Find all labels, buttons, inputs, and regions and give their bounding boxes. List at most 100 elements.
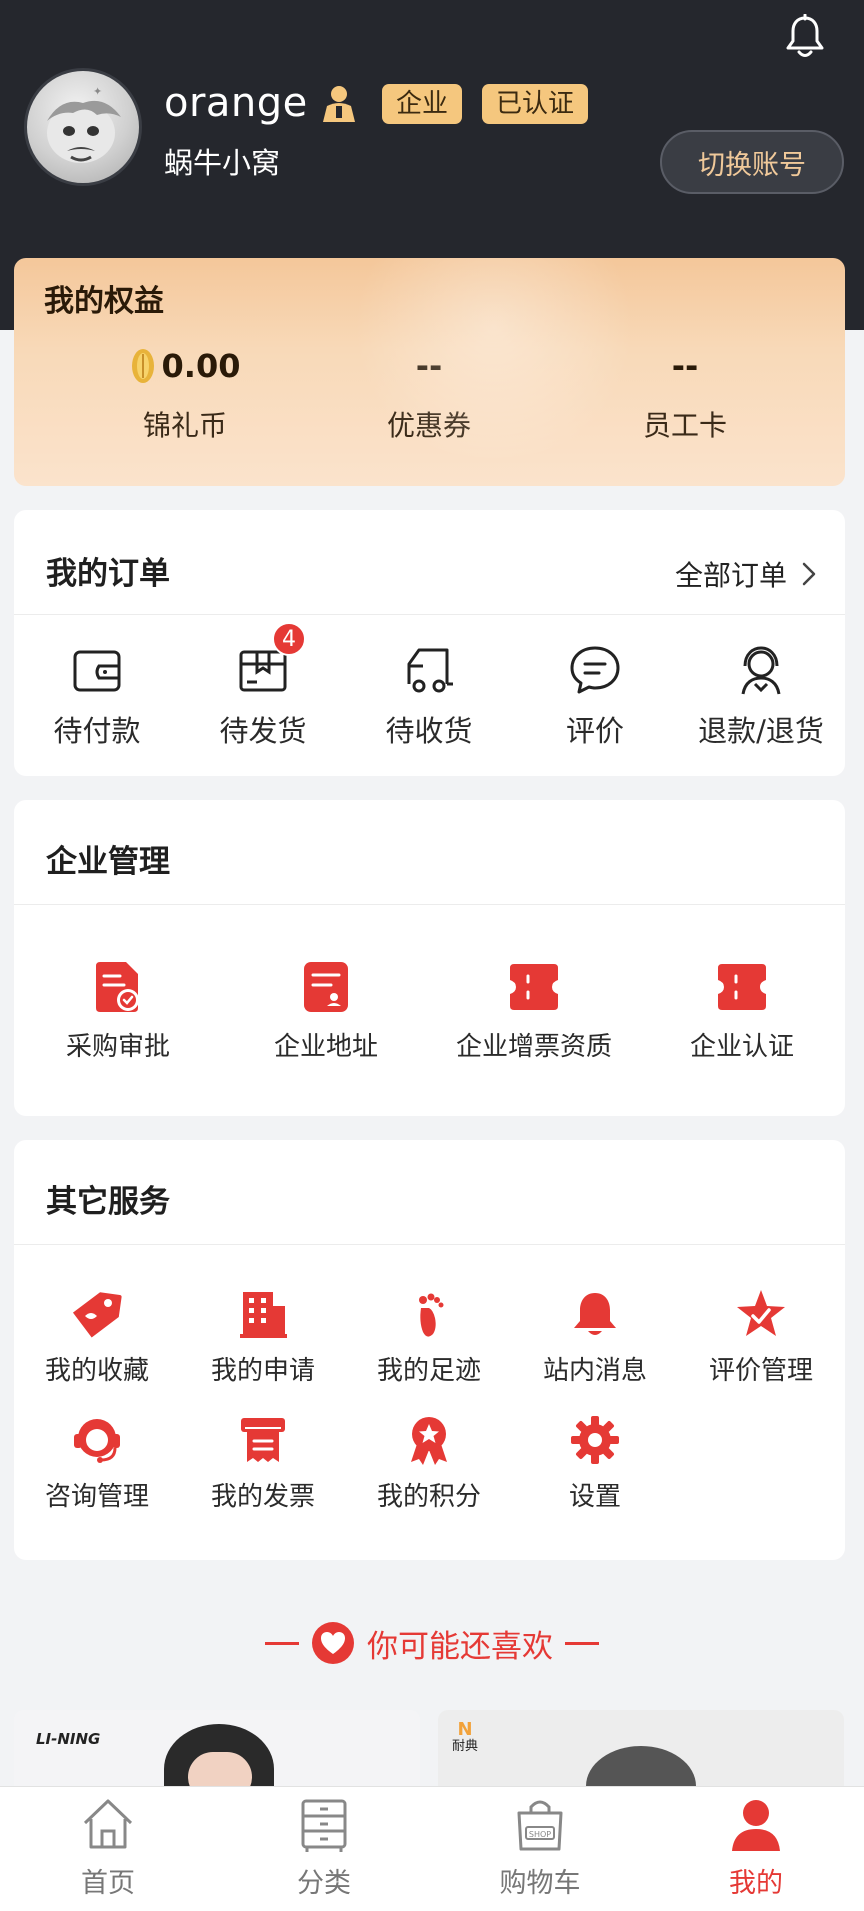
- tab-cart[interactable]: SHOP 购物车: [432, 1795, 648, 1900]
- rights-item-coins[interactable]: 0.00 锦礼币: [60, 344, 310, 444]
- messages-label: 站内消息: [542, 1356, 647, 1386]
- rights-item-coupons[interactable]: -- 优惠券: [304, 344, 554, 444]
- tab-category[interactable]: 分类: [216, 1795, 432, 1900]
- bottom-tab-bar: 首页 分类 SHOP 购物车 我的: [0, 1786, 864, 1911]
- staff-card-value: --: [671, 347, 699, 385]
- tab-home-label: 首页: [81, 1868, 135, 1899]
- all-orders-link[interactable]: 全部订单: [675, 554, 817, 594]
- enterprise-divider: [14, 904, 845, 905]
- comment-icon: [570, 646, 620, 694]
- favorites-label: 我的收藏: [44, 1356, 149, 1386]
- company-name: 蜗牛小窝: [164, 146, 281, 180]
- service-invoices[interactable]: 我的发票: [180, 1414, 346, 1513]
- service-footprints[interactable]: 我的足迹: [346, 1288, 512, 1387]
- services-divider: [14, 1244, 845, 1245]
- avatar[interactable]: ✦: [24, 68, 142, 186]
- home-icon: [83, 1799, 133, 1849]
- svg-text:✦: ✦: [93, 85, 102, 98]
- recommend-line-left: [265, 1641, 299, 1645]
- tab-home[interactable]: 首页: [0, 1795, 216, 1900]
- tab-cart-label: 购物车: [499, 1868, 581, 1899]
- coupons-value: --: [415, 347, 443, 385]
- service-applications[interactable]: 我的申请: [180, 1288, 346, 1387]
- coins-label: 锦礼币: [142, 409, 227, 442]
- recommend-line-right: [565, 1641, 599, 1645]
- orders-divider: [14, 614, 845, 615]
- building-icon: [240, 1292, 287, 1338]
- services-card: 其它服务 我的收藏 我的申请 我的足迹 站内消息 评价管理 咨询管理 我的发票 …: [14, 1140, 845, 1560]
- profile-page: ✦ orange 企业 已认证 蜗牛小窝 切换账号 我的权益 0.00 锦礼币 …: [0, 0, 864, 1911]
- service-review-management[interactable]: 评价管理: [678, 1288, 844, 1387]
- rights-card: 我的权益 0.00 锦礼币 -- 优惠券 -- 员工卡: [14, 258, 845, 486]
- tab-category-label: 分类: [297, 1868, 351, 1899]
- enterprise-purchase-approval[interactable]: 采购审批: [14, 960, 222, 1063]
- tag-icon: [72, 1292, 122, 1338]
- pending-receipt-label: 待收货: [385, 714, 473, 748]
- address-book-icon: [304, 962, 348, 1012]
- coin-icon: [131, 349, 154, 383]
- pending-payment-label: 待付款: [53, 714, 141, 748]
- shopping-bag-icon: SHOP: [517, 1800, 563, 1851]
- tab-mine[interactable]: 我的: [648, 1795, 864, 1900]
- review-label: 评价: [565, 714, 624, 748]
- pending-shipment-count-badge: 4: [272, 622, 306, 656]
- truck-icon: [407, 648, 453, 693]
- approval-doc-icon: [96, 962, 139, 1012]
- staff-card-label: 员工卡: [642, 409, 727, 442]
- coupons-label: 优惠券: [386, 409, 471, 442]
- all-orders-label: 全部订单: [674, 559, 787, 592]
- recommend-header: 你可能还喜欢: [0, 1618, 864, 1668]
- service-consultation[interactable]: 咨询管理: [14, 1414, 180, 1513]
- services-title: 其它服务: [46, 1184, 170, 1220]
- chevron-right-icon: [802, 562, 816, 586]
- orders-title: 我的订单: [46, 556, 170, 592]
- order-pending-receipt[interactable]: 待收货: [346, 642, 512, 750]
- refund-label: 退款/退货: [698, 714, 824, 748]
- enterprise-title: 企业管理: [46, 844, 170, 880]
- enterprise-user-icon: [323, 86, 355, 122]
- rights-item-staff-card[interactable]: -- 员工卡: [560, 344, 810, 444]
- heart-icon: [312, 1622, 354, 1664]
- order-pending-shipment[interactable]: 待发货: [180, 642, 346, 750]
- customer-service-icon: [741, 646, 781, 695]
- avatar-illustration-icon: ✦: [47, 85, 121, 163]
- invoice-qualification-label: 企业增票资质: [455, 1032, 612, 1062]
- service-points[interactable]: 我的积分: [346, 1414, 512, 1513]
- enterprise-tag: 企业: [382, 84, 463, 124]
- product-brand: LI-NING: [36, 1730, 101, 1748]
- user-icon: [732, 1800, 780, 1851]
- certificate-ticket-icon: [718, 964, 766, 1010]
- settings-label: 设置: [568, 1482, 621, 1512]
- enterprise-address[interactable]: 企业地址: [222, 960, 430, 1063]
- enterprise-address-label: 企业地址: [273, 1032, 378, 1062]
- service-settings[interactable]: 设置: [512, 1414, 678, 1513]
- receipt-icon: [241, 1418, 285, 1462]
- switch-account-button[interactable]: 切换账号: [660, 130, 844, 194]
- footprints-label: 我的足迹: [376, 1356, 481, 1386]
- product-logo: N 耐典: [451, 1719, 478, 1754]
- enterprise-invoice-qualification[interactable]: 企业增票资质: [430, 960, 638, 1063]
- cabinet-icon: [301, 1799, 347, 1852]
- enterprise-card: 企业管理 采购审批 企业地址 企业增票资质 企业认证: [14, 800, 845, 1116]
- applications-label: 我的申请: [210, 1356, 315, 1386]
- order-review[interactable]: 评价: [512, 642, 678, 750]
- notification-bell-icon[interactable]: [784, 14, 826, 62]
- coins-value: 0.00: [161, 347, 241, 385]
- rights-title: 我的权益: [44, 284, 164, 319]
- verified-tag: 已认证: [482, 84, 589, 124]
- enterprise-certification[interactable]: 企业认证: [638, 960, 845, 1063]
- gear-icon: [571, 1416, 619, 1464]
- wallet-icon: [73, 650, 121, 692]
- order-pending-payment[interactable]: 待付款: [14, 642, 180, 750]
- consultation-label: 咨询管理: [44, 1482, 149, 1512]
- service-favorites[interactable]: 我的收藏: [14, 1288, 180, 1387]
- orders-card: 我的订单 全部订单 待付款 待发货 待收货 评价 退款/退货: [14, 510, 845, 776]
- username: orange: [164, 80, 308, 126]
- service-messages[interactable]: 站内消息: [512, 1288, 678, 1387]
- headset-icon: [74, 1419, 120, 1463]
- svg-text:SHOP: SHOP: [529, 1830, 551, 1839]
- invoices-label: 我的发票: [210, 1482, 315, 1512]
- product-brand: 耐典: [451, 1739, 478, 1754]
- footprint-icon: [419, 1293, 444, 1337]
- order-refund[interactable]: 退款/退货: [678, 642, 844, 750]
